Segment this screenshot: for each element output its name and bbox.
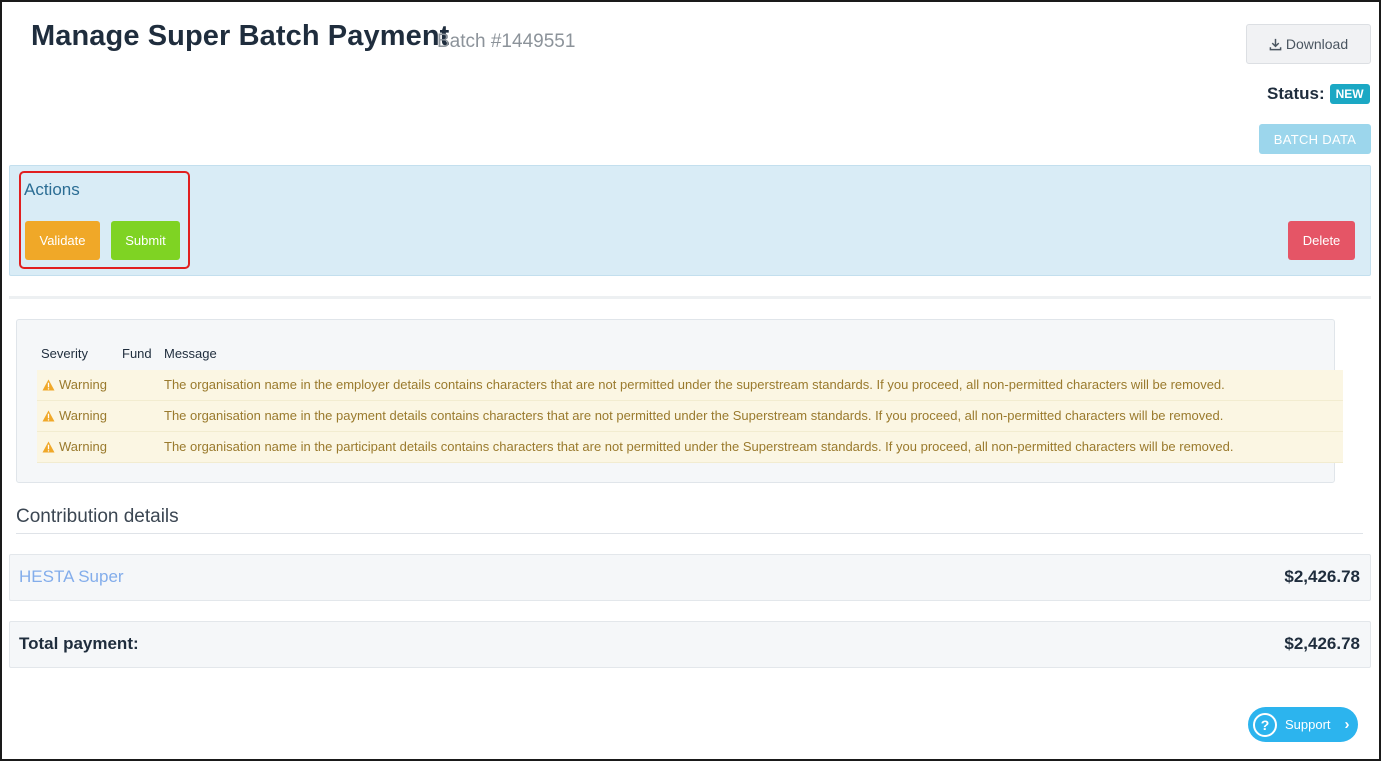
- status-label: Status:: [1267, 84, 1325, 103]
- batch-number: Batch #1449551: [437, 31, 576, 52]
- contribution-details-title: Contribution details: [16, 506, 179, 527]
- warning-icon: [42, 378, 55, 391]
- total-label: Total payment:: [19, 634, 139, 653]
- actions-title: Actions: [24, 180, 80, 199]
- page-title: Manage Super Batch Payment: [31, 20, 450, 52]
- table-row: Warning The organisation name in the emp…: [37, 370, 1343, 401]
- column-header-fund: Fund: [122, 346, 152, 361]
- support-button[interactable]: ? Support ›: [1248, 707, 1358, 742]
- help-icon: ?: [1253, 712, 1277, 737]
- total-row: Total payment: $2,426.78: [9, 621, 1371, 668]
- actions-panel: [9, 165, 1371, 276]
- batch-data-button[interactable]: BATCH DATA: [1259, 124, 1371, 154]
- fund-row: HESTA Super $2,426.78: [9, 554, 1371, 601]
- divider: [16, 533, 1363, 534]
- fund-link[interactable]: HESTA Super: [19, 567, 124, 587]
- severity-cell: Warning: [42, 439, 107, 454]
- status: Status: NEW: [1267, 84, 1370, 104]
- severity-label: Warning: [59, 439, 107, 454]
- chevron-right-icon: ›: [1344, 716, 1350, 733]
- table-row: Warning The organisation name in the par…: [37, 432, 1343, 463]
- support-label: Support: [1285, 717, 1331, 732]
- download-button[interactable]: Download: [1246, 24, 1371, 64]
- divider: [9, 296, 1371, 299]
- severity-label: Warning: [59, 408, 107, 423]
- validate-button[interactable]: Validate: [25, 221, 100, 260]
- message-cell: The organisation name in the participant…: [164, 439, 1234, 454]
- total-amount: $2,426.78: [1284, 634, 1360, 653]
- message-cell: The organisation name in the payment det…: [164, 408, 1224, 423]
- table-row: Warning The organisation name in the pay…: [37, 401, 1343, 432]
- column-header-message: Message: [164, 346, 217, 361]
- delete-button[interactable]: Delete: [1288, 221, 1355, 260]
- severity-cell: Warning: [42, 377, 107, 392]
- message-cell: The organisation name in the employer de…: [164, 377, 1225, 392]
- severity-cell: Warning: [42, 408, 107, 423]
- download-icon: [1269, 38, 1282, 50]
- fund-amount: $2,426.78: [1284, 567, 1360, 586]
- column-header-severity: Severity: [41, 346, 88, 361]
- download-label: Download: [1285, 36, 1349, 52]
- submit-button[interactable]: Submit: [111, 221, 180, 260]
- severity-label: Warning: [59, 377, 107, 392]
- status-badge: NEW: [1329, 84, 1370, 104]
- warning-icon: [42, 440, 55, 453]
- warning-icon: [42, 409, 55, 422]
